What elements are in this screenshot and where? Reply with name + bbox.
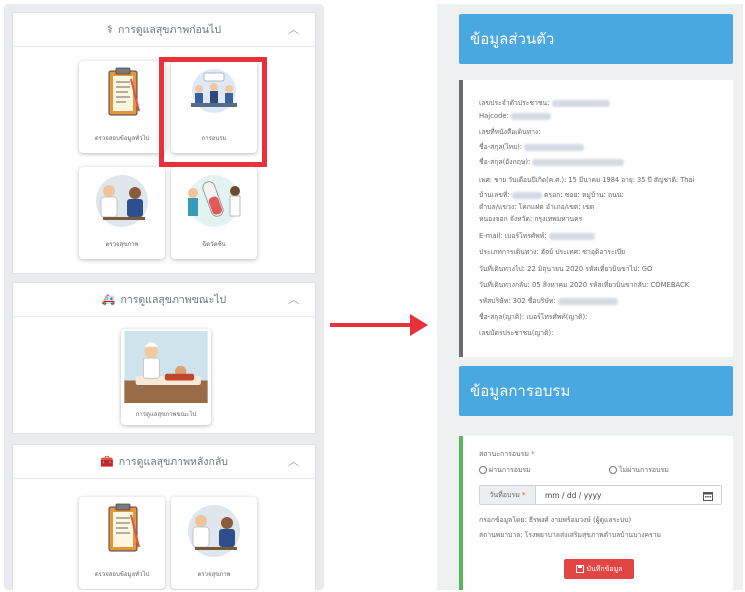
- card-caption: ตรวจสุขภาพ: [197, 571, 231, 578]
- info-line: วันที่เดินทางกลับ: 05 สิงหาคม 2020 รหัสเ…: [479, 281, 690, 289]
- card-general-info[interactable]: ตรวจสอบข้อมูลทั่วไป: [79, 61, 165, 153]
- health-menu-panel: ⚕ การดูแลสุขภาพก่อนไป ︿ ตรวจสอบข้อมูลทั่…: [4, 4, 324, 590]
- training-card-highlight: [159, 57, 267, 167]
- training-date-label: วันที่อบรม *: [480, 486, 536, 504]
- card-during-travel-care[interactable]: การดูแลสุขภาพขณะไป: [121, 329, 211, 425]
- info-line: ประเภทการเดินทาง: ฮัจย์ ประเทศ: ซาอุดิอา…: [479, 248, 626, 256]
- personal-info-title: ข้อมูลส่วนตัว: [470, 30, 555, 48]
- section-header-post-travel[interactable]: 🧰 การดูแลสุขภาพหลังกลับ ︿: [13, 445, 315, 479]
- info-line: รหัสบริษัท: 302 ชื่อบริษัท:: [479, 295, 618, 306]
- section-title: การดูแลสุขภาพก่อนไป: [117, 24, 221, 36]
- section-during-travel: 🚑 การดูแลสุขภาพขณะไป ︿ การดูแลสุขภาพขณะไ…: [12, 282, 316, 434]
- radio-fail[interactable]: ไม่ผ่านการอบรม: [609, 465, 669, 476]
- card-vaccine[interactable]: ฉีดวัคซีน: [171, 167, 257, 259]
- hospital-text: สถานพยาบาล: โรงพยาบาลส่งเสริมสุขภาพตำบลบ…: [479, 531, 662, 539]
- vaccine-icon: [188, 175, 241, 227]
- info-line: บ้านเลขที่: ตรอก: ซอย: หมู่บ้าน: ถนน:: [479, 191, 624, 199]
- personal-info-header: ข้อมูลส่วนตัว: [459, 14, 733, 64]
- card-caption: ตรวจสุขภาพ: [105, 241, 139, 248]
- card-caption: ตรวจสอบข้อมูลทั่วไป: [94, 571, 150, 578]
- card-caption: การดูแลสุขภาพขณะไป: [135, 411, 197, 418]
- info-line: เลขบัตรประชาชน(ญาติ):: [479, 329, 554, 337]
- info-line: ชื่อ-สกุล(อังกฤษ):: [479, 156, 625, 167]
- medkit-icon: 🧰: [100, 455, 114, 468]
- info-line: เลขที่หนังสือเดินทาง:: [479, 128, 541, 136]
- info-line: E-mail: เบอร์โทรศัพท์:: [479, 230, 595, 241]
- card-general-info-post[interactable]: ตรวจสอบข้อมูลทั่วไป: [79, 497, 165, 589]
- nurse-care-icon: [124, 331, 208, 403]
- ambulance-icon: 🚑: [101, 293, 116, 306]
- section-header-pre-travel[interactable]: ⚕ การดูแลสุขภาพก่อนไป ︿: [13, 13, 315, 47]
- training-info-header: ข้อมูลการอบรม: [459, 366, 733, 416]
- chevron-up-icon[interactable]: ︿: [288, 453, 299, 469]
- personal-info-box: เลขประจำตัวประชาชน: Hajcode: เลขที่หนังส…: [459, 80, 733, 357]
- info-line: ชื่อ-สกุล(ไทย):: [479, 141, 585, 152]
- detail-panel: ข้อมูลส่วนตัว เลขประจำตัวประชาชน: Hajcod…: [437, 4, 743, 590]
- radio-circle-icon[interactable]: [479, 466, 487, 474]
- stethoscope-icon: ⚕: [107, 23, 113, 36]
- training-status-label: สถานะการอบรม *: [479, 450, 535, 458]
- info-line: เลขประจำตัวประชาชน:: [479, 97, 610, 108]
- section-title: การดูแลสุขภาพหลังกลับ: [118, 456, 228, 468]
- section-title: การดูแลสุขภาพขณะไป: [120, 294, 227, 306]
- training-info-title: ข้อมูลการอบรม: [470, 382, 571, 400]
- arrow-right-icon: [330, 314, 428, 336]
- recorder-text: กรอกข้อมูลโดย: ธีรพงศ์ งามพร้อมวงษ์ (ผู้…: [479, 516, 632, 524]
- training-date-field[interactable]: วันที่อบรม * mm / dd / yyyy: [479, 485, 722, 505]
- training-date-input[interactable]: mm / dd / yyyy: [536, 486, 721, 504]
- card-health-check[interactable]: ตรวจสุขภาพ: [79, 167, 165, 259]
- card-health-check-post[interactable]: ตรวจสุขภาพ: [171, 497, 257, 589]
- info-line: ตำบล/แขวง: โคกแฝด อำเภอ/เขต: เขต: [479, 203, 595, 211]
- calendar-icon[interactable]: [703, 491, 713, 501]
- card-caption: ฉีดวัคซีน: [202, 241, 226, 248]
- training-form: สถานะการอบรม * ผ่านการอบรม ไม่ผ่านการอบร…: [459, 436, 733, 590]
- info-line: วันที่เดินทางไป: 22 มิถุนายน 2020 รหัสเท…: [479, 265, 653, 273]
- info-line: Hajcode:: [479, 112, 552, 120]
- chevron-up-icon[interactable]: ︿: [288, 21, 299, 37]
- info-line: เพศ: ชาย วันเดือนปีเกิด(ค.ศ.): 15 มีนาคม…: [479, 176, 695, 184]
- floppy-disk-icon: [575, 565, 584, 573]
- clipboard-icon: [108, 503, 140, 552]
- section-post-travel: 🧰 การดูแลสุขภาพหลังกลับ ︿ ตรวจสอบข้อมูลท…: [12, 444, 316, 590]
- info-line: ชื่อ-สกุล(ญาติ): เบอร์โทรศัพท์(ญาติ):: [479, 313, 588, 321]
- section-header-during-travel[interactable]: 🚑 การดูแลสุขภาพขณะไป ︿: [13, 283, 315, 317]
- card-caption: ตรวจสอบข้อมูลทั่วไป: [94, 135, 150, 142]
- chevron-up-icon[interactable]: ︿: [288, 291, 299, 307]
- info-line: หนองจอก จังหวัด: กรุงเทพมหานคร: [479, 215, 583, 223]
- doctor-checkup-icon: [96, 175, 148, 227]
- radio-circle-icon[interactable]: [609, 466, 617, 474]
- save-button[interactable]: บันทึกข้อมูล: [564, 559, 634, 579]
- doctor-checkup-icon: [188, 505, 240, 557]
- radio-pass[interactable]: ผ่านการอบรม: [479, 465, 531, 476]
- clipboard-icon: [108, 67, 140, 116]
